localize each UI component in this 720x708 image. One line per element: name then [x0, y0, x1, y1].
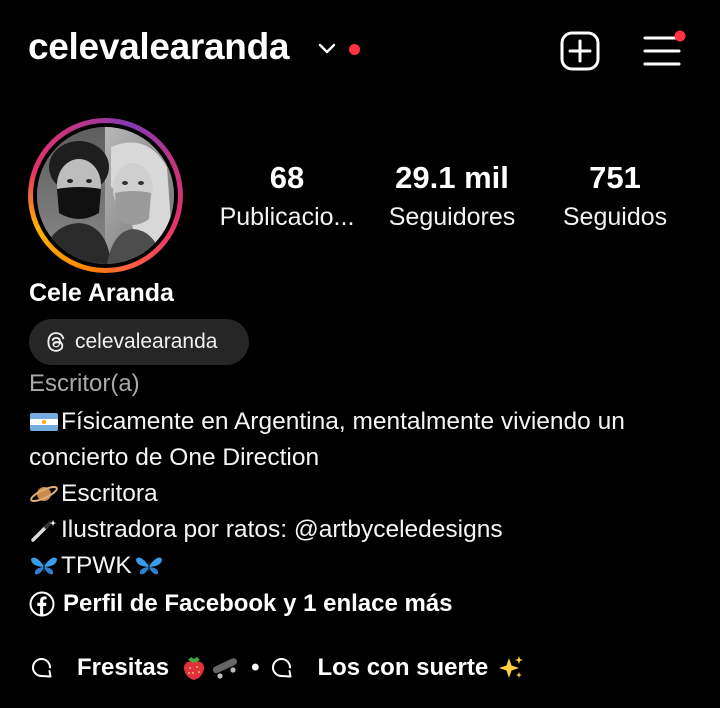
- avatar[interactable]: [37, 127, 174, 264]
- posts-count: 68: [269, 160, 305, 195]
- bio-line: Escritora: [29, 476, 699, 512]
- bio-text: Físicamente en Argentina, mentalmente vi…: [61, 408, 625, 435]
- bio-text: Ilustradora por ratos: @artbyceledesigns: [61, 516, 503, 543]
- story-ring[interactable]: [28, 118, 183, 273]
- following-count: 751: [589, 160, 641, 195]
- strawberry-icon: [183, 657, 205, 680]
- facebook-icon: [29, 591, 55, 617]
- bio-line: TPWK: [29, 548, 699, 584]
- separator: •: [251, 654, 260, 681]
- bio-line: concierto de One Direction: [29, 440, 699, 476]
- highlight-label[interactable]: Fresitas: [77, 654, 169, 682]
- full-name: Cele Aranda: [29, 279, 174, 307]
- bio-line: Físicamente en Argentina, mentalmente vi…: [29, 404, 699, 440]
- followers-count: 29.1 mil: [395, 160, 509, 195]
- notification-dot: [349, 44, 360, 55]
- posts-label: Publicacio...: [219, 203, 355, 231]
- threads-badge[interactable]: celevalearanda: [29, 319, 249, 365]
- bio-text: concierto de One Direction: [29, 444, 320, 471]
- threads-icon: [47, 332, 65, 352]
- profile-photo: [37, 127, 174, 264]
- followers-stat[interactable]: 29.1 mil Seguidores: [377, 160, 527, 232]
- following-stat[interactable]: 751 Seguidos: [540, 160, 690, 232]
- plus-square-icon[interactable]: [560, 31, 600, 71]
- username-title[interactable]: celevalearanda: [28, 26, 289, 68]
- highlight-label[interactable]: Los con suerte: [317, 654, 488, 682]
- followers-label: Seguidores: [388, 203, 516, 231]
- bio-text: TPWK: [61, 552, 132, 579]
- following-label: Seguidos: [562, 203, 668, 231]
- bio: Físicamente en Argentina, mentalmente vi…: [29, 404, 699, 584]
- threads-reply-icon[interactable]: [269, 655, 295, 681]
- bio-line: Ilustradora por ratos: @artbyceledesigns: [29, 512, 699, 548]
- argentina-flag-icon: [30, 413, 58, 431]
- bio-text: Escritora: [61, 480, 158, 507]
- profile-category: Escritor(a): [29, 370, 140, 397]
- external-links[interactable]: Perfil de Facebook y 1 enlace más: [29, 590, 453, 618]
- posts-stat[interactable]: 68 Publicacio...: [212, 160, 362, 232]
- saturn-icon: [30, 486, 58, 502]
- skateboard-icon: [212, 658, 238, 679]
- butterfly-icon: [135, 557, 162, 575]
- threads-handle: celevalearanda: [75, 330, 218, 353]
- hamburger-menu-icon[interactable]: [641, 30, 687, 72]
- links-text[interactable]: Perfil de Facebook y 1 enlace más: [63, 590, 453, 618]
- threads-reply-icon[interactable]: [29, 655, 55, 681]
- magic-wand-icon: [31, 520, 57, 542]
- profile-header: celevalearanda: [0, 0, 720, 100]
- sparkles-icon: [499, 656, 524, 678]
- chevron-down-icon[interactable]: [316, 41, 338, 57]
- butterfly-icon: [31, 557, 57, 575]
- highlights-row: Fresitas • Los con suerte: [29, 654, 526, 682]
